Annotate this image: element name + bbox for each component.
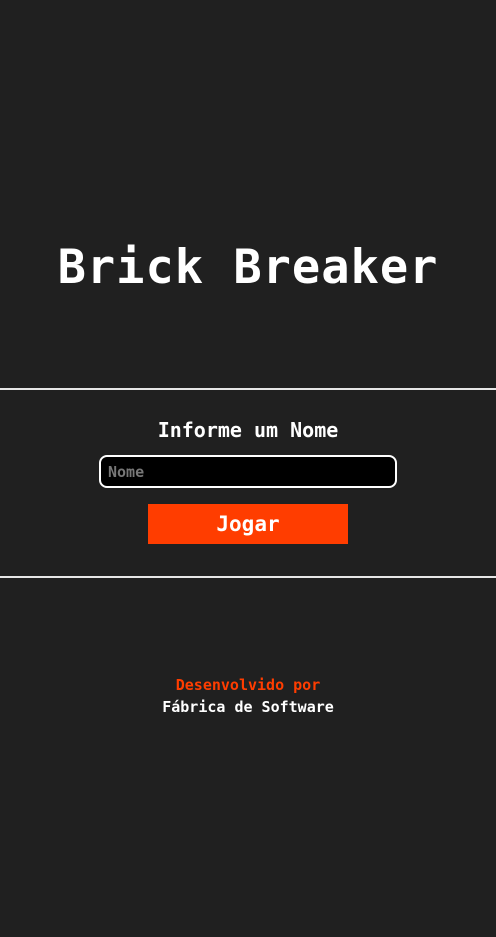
name-input[interactable] (99, 455, 397, 488)
credits: Desenvolvido por Fábrica de Software (0, 674, 496, 718)
game-title: Brick Breaker (57, 240, 439, 295)
name-prompt: Informe um Nome (157, 418, 339, 442)
organization-name: Fábrica de Software (162, 698, 334, 716)
top-divider (0, 388, 496, 390)
developed-by-label: Desenvolvido por (175, 676, 321, 694)
play-button[interactable]: Jogar (148, 504, 348, 544)
start-screen: Brick Breaker Informe um Nome Jogar Dese… (0, 0, 496, 937)
bottom-divider (0, 576, 496, 578)
